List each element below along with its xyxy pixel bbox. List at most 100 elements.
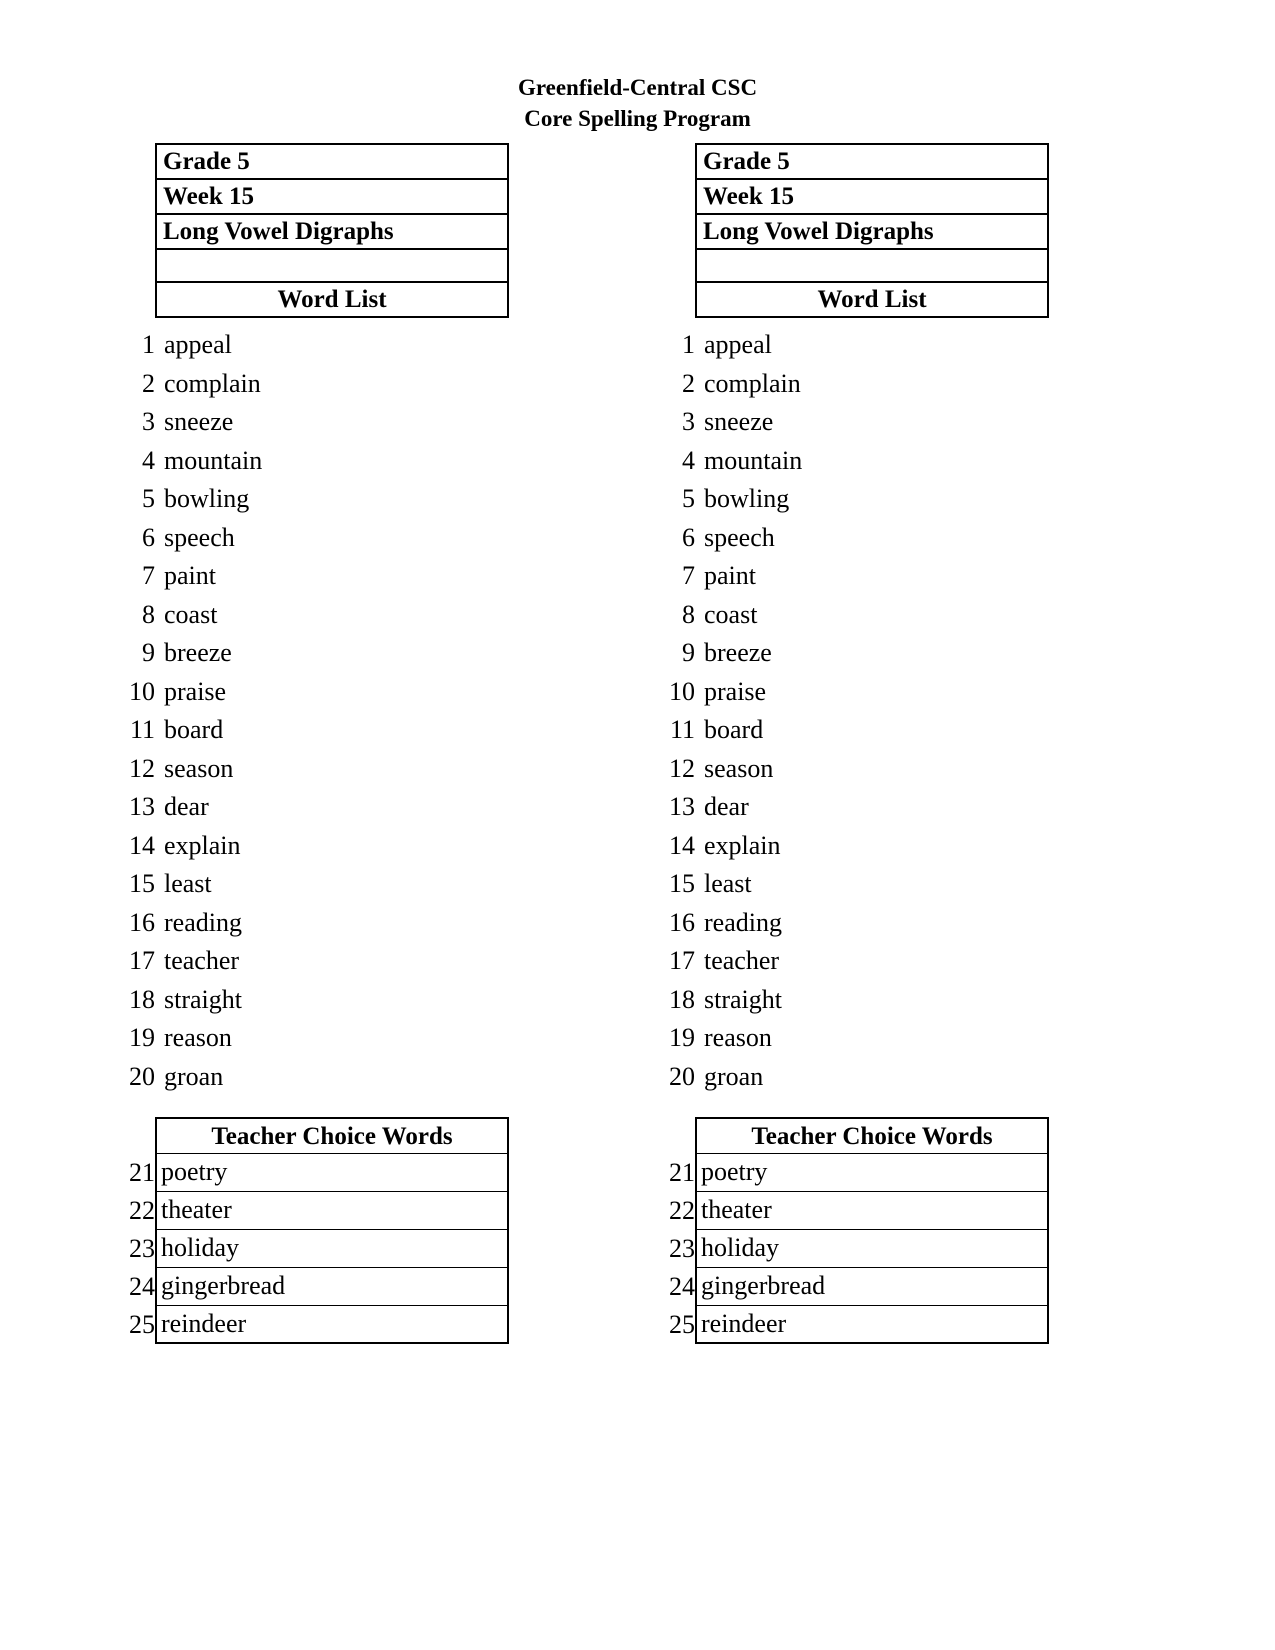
- word-number: 1: [682, 330, 695, 359]
- table-row: 25 reindeer: [652, 1306, 1092, 1344]
- word-text: appeal: [164, 330, 232, 359]
- week-cell-right: Week 15: [695, 178, 1049, 215]
- table-row: 21 poetry: [112, 1154, 552, 1192]
- list-item: 2 complain: [112, 365, 552, 404]
- word-number: 14: [129, 830, 155, 860]
- choice-number: 21: [669, 1158, 695, 1187]
- list-item: 19 reason: [112, 1019, 552, 1058]
- list-item: 19 reason: [652, 1019, 1092, 1058]
- unit-cell-left: Long Vowel Digraphs: [155, 213, 509, 250]
- list-item: 16 reading: [112, 904, 552, 943]
- word-number: 5: [142, 484, 155, 513]
- word-text: reason: [704, 1023, 772, 1052]
- choice-number: 23: [129, 1234, 155, 1263]
- word-text: mountain: [164, 445, 263, 475]
- list-item: 4 mountain: [112, 442, 552, 481]
- choice-word: poetry: [155, 1154, 509, 1192]
- table-row: Word List: [155, 281, 509, 318]
- list-item: 8 coast: [112, 596, 552, 635]
- columns-container: Grade 5 Week 15 Long Vowel Digraphs Word…: [0, 143, 1275, 1344]
- unit-cell-right: Long Vowel Digraphs: [695, 213, 1049, 250]
- word-number: 19: [669, 1023, 695, 1052]
- list-item: 9 breeze: [652, 634, 1092, 673]
- word-text: season: [164, 753, 234, 783]
- word-text: straight: [704, 984, 782, 1014]
- grade-cell-left: Grade 5: [155, 143, 509, 180]
- word-text: breeze: [164, 638, 232, 667]
- list-item: 20 groan: [112, 1058, 552, 1097]
- list-item: 17 teacher: [652, 942, 1092, 981]
- word-number: 2: [682, 368, 695, 398]
- list-item: 8 coast: [652, 596, 1092, 635]
- word-number: 19: [129, 1023, 155, 1052]
- choice-word: reindeer: [695, 1306, 1049, 1344]
- word-number: 18: [669, 984, 695, 1014]
- word-number: 7: [142, 561, 155, 590]
- word-text: coast: [704, 599, 758, 629]
- table-row: Week 15: [695, 178, 1049, 215]
- table-row: 24 gingerbread: [112, 1268, 552, 1306]
- word-number: 2: [142, 368, 155, 398]
- choice-word: gingerbread: [155, 1268, 509, 1306]
- table-row: 23 holiday: [112, 1230, 552, 1268]
- list-item: 13 dear: [112, 788, 552, 827]
- choice-number: 24: [669, 1272, 695, 1301]
- table-row: [155, 248, 509, 283]
- word-text: paint: [704, 561, 756, 590]
- word-text: bowling: [704, 484, 790, 513]
- choice-word: theater: [695, 1192, 1049, 1230]
- choice-word: poetry: [695, 1154, 1049, 1192]
- header-info-table-right: Grade 5 Week 15 Long Vowel Digraphs Word…: [695, 143, 1049, 318]
- list-item: 20 groan: [652, 1058, 1092, 1097]
- list-item: 1 appeal: [112, 326, 552, 365]
- grade-cell-right: Grade 5: [695, 143, 1049, 180]
- word-text: breeze: [704, 638, 772, 667]
- word-number: 15: [669, 869, 695, 898]
- word-text: board: [704, 715, 764, 744]
- word-number: 17: [669, 946, 695, 975]
- list-item: 12 season: [652, 750, 1092, 789]
- word-text: explain: [704, 830, 781, 860]
- word-text: sneeze: [164, 407, 234, 436]
- word-number: 4: [682, 445, 695, 475]
- list-item: 15 least: [112, 865, 552, 904]
- word-text: explain: [164, 830, 241, 860]
- choice-number: 22: [129, 1196, 155, 1225]
- word-text: paint: [164, 561, 216, 590]
- word-text: reading: [164, 907, 242, 937]
- word-number: 12: [129, 753, 155, 783]
- page-title: Greenfield-Central CSC Core Spelling Pro…: [0, 72, 1275, 134]
- list-item: 14 explain: [652, 827, 1092, 866]
- word-text: dear: [704, 792, 749, 821]
- list-item: 7 paint: [652, 557, 1092, 596]
- table-row: Grade 5: [695, 143, 1049, 180]
- word-list-right: 1 appeal 2 complain 3 sneeze 4 mountain 5 bow…: [652, 326, 1092, 1096]
- week-cell-left: Week 15: [155, 178, 509, 215]
- word-number: 12: [669, 753, 695, 783]
- word-number: 4: [142, 445, 155, 475]
- word-number: 9: [682, 638, 695, 667]
- word-number: 9: [142, 638, 155, 667]
- teacher-choice-table-left: Teacher Choice Words 21 poetry 22 theater …: [112, 1117, 552, 1344]
- word-text: appeal: [704, 330, 772, 359]
- header-info-table-left: Grade 5 Week 15 Long Vowel Digraphs Word…: [155, 143, 509, 318]
- word-number: 8: [682, 599, 695, 629]
- teacher-choice-header-row: Teacher Choice Words: [112, 1117, 552, 1154]
- word-text: praise: [164, 676, 227, 706]
- word-list-column-right: Grade 5 Week 15 Long Vowel Digraphs Word…: [652, 143, 1092, 1344]
- table-row: 25 reindeer: [112, 1306, 552, 1344]
- title-line-district: Greenfield-Central CSC: [517, 75, 758, 100]
- blank-cell-right: [695, 248, 1049, 283]
- list-item: 5 bowling: [652, 480, 1092, 519]
- choice-number: 24: [129, 1272, 155, 1301]
- choice-word: reindeer: [155, 1306, 509, 1344]
- word-text: straight: [164, 984, 242, 1014]
- word-text: mountain: [704, 445, 803, 475]
- list-item: 9 breeze: [112, 634, 552, 673]
- table-row: Week 15: [155, 178, 509, 215]
- list-item: 16 reading: [652, 904, 1092, 943]
- word-list-label-right: Word List: [695, 281, 1049, 318]
- word-number: 5: [682, 484, 695, 513]
- word-list-column-left: Grade 5 Week 15 Long Vowel Digraphs Word…: [112, 143, 552, 1344]
